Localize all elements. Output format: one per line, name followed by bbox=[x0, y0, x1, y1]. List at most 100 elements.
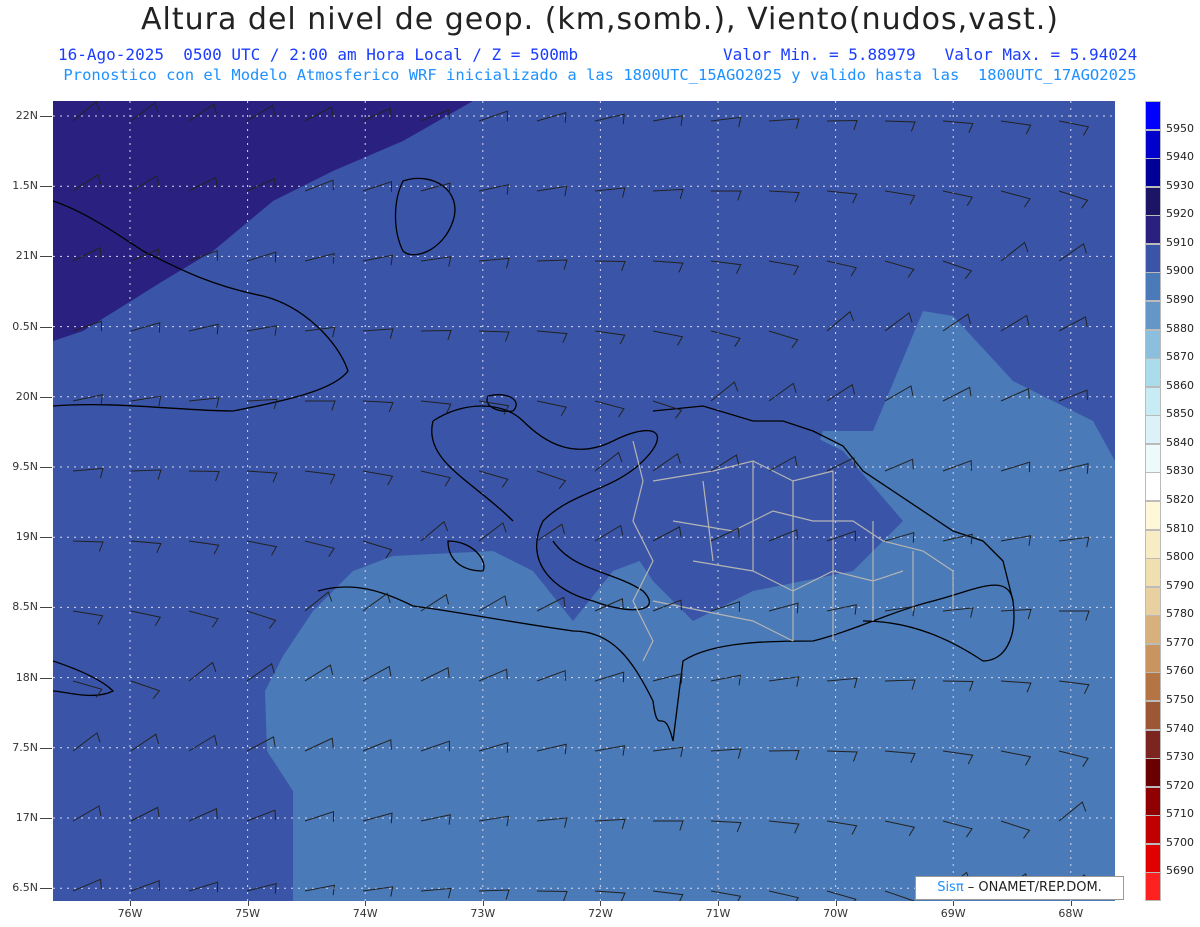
longitude-label: 75W bbox=[235, 907, 261, 920]
color-scale-cell bbox=[1145, 558, 1161, 588]
latitude-tick bbox=[40, 326, 52, 328]
latitude-label: 9.5N bbox=[12, 460, 38, 473]
color-scale-label: 5850 bbox=[1166, 407, 1194, 421]
color-scale-label: 5940 bbox=[1166, 150, 1194, 164]
color-scale-cell bbox=[1145, 786, 1161, 816]
latitude-tick bbox=[40, 607, 52, 609]
latitude-tick bbox=[40, 677, 52, 679]
longitude-tick bbox=[482, 901, 484, 906]
color-scale-label: 5720 bbox=[1166, 778, 1194, 792]
color-scale-label: 5700 bbox=[1166, 835, 1194, 849]
color-scale-cell bbox=[1145, 472, 1161, 502]
color-scale-cell bbox=[1145, 529, 1161, 559]
color-scale-label: 5950 bbox=[1166, 121, 1194, 135]
latitude-label: 7.5N bbox=[12, 740, 38, 754]
color-scale-label: 5790 bbox=[1166, 578, 1194, 592]
longitude-label: 73W bbox=[470, 907, 496, 920]
color-scale-label: 5810 bbox=[1166, 521, 1194, 535]
credit-org: – ONAMET/REP.DOM. bbox=[963, 880, 1102, 895]
model-info: Pronostico con el Modelo Atmosferico WRF… bbox=[63, 66, 1137, 84]
latitude-label: 1.5N bbox=[12, 179, 38, 193]
color-scale-label: 5730 bbox=[1166, 750, 1194, 764]
forecast-date: 16-Ago-2025 0500 UTC / 2:00 am Hora Loca… bbox=[58, 45, 579, 64]
longitude-label: 71W bbox=[705, 907, 731, 920]
color-scale-cell bbox=[1145, 386, 1161, 416]
color-scale-cell bbox=[1145, 443, 1161, 473]
color-scale-label: 5780 bbox=[1166, 607, 1194, 621]
color-scale-label: 5920 bbox=[1166, 207, 1194, 221]
color-scale-cell bbox=[1145, 501, 1161, 531]
longitude-label: 70W bbox=[823, 907, 849, 920]
color-scale-label: 5740 bbox=[1166, 721, 1194, 735]
longitude-tick bbox=[600, 901, 602, 906]
geopotential-map bbox=[53, 101, 1115, 901]
color-scale-cell bbox=[1145, 158, 1161, 188]
latitude-label: 6.5N bbox=[12, 881, 38, 895]
latitude-label: 21N bbox=[15, 249, 38, 263]
longitude-label: 72W bbox=[587, 907, 613, 920]
color-scale-label: 5710 bbox=[1166, 807, 1194, 821]
color-scale-cell bbox=[1145, 215, 1161, 245]
longitude-tick bbox=[1070, 901, 1072, 906]
credit-box: Sisπ – ONAMET/REP.DOM. bbox=[915, 876, 1124, 900]
longitude-label: 74W bbox=[352, 907, 378, 920]
latitude-tick bbox=[40, 888, 52, 890]
color-scale-label: 5870 bbox=[1166, 350, 1194, 364]
latitude-label: 0.5N bbox=[12, 319, 38, 333]
color-scale-label: 5750 bbox=[1166, 693, 1194, 706]
color-scale-cell bbox=[1145, 815, 1161, 845]
color-scale-cell bbox=[1145, 243, 1161, 273]
color-scale-cell bbox=[1145, 358, 1161, 388]
latitude-tick bbox=[40, 467, 52, 468]
color-scale-label: 5890 bbox=[1166, 293, 1194, 306]
color-scale-label: 5930 bbox=[1166, 178, 1194, 192]
latitude-label: 8.5N bbox=[12, 600, 38, 614]
max-value: Valor Max. = 5.94024 bbox=[944, 45, 1138, 64]
color-scale-label: 5690 bbox=[1166, 864, 1194, 878]
color-scale-cell bbox=[1145, 672, 1161, 702]
sis-logo-text: Sisπ bbox=[937, 880, 964, 895]
longitude-tick bbox=[835, 901, 837, 906]
latitude-tick bbox=[40, 537, 52, 539]
color-scale-label: 5830 bbox=[1166, 464, 1194, 478]
latitude-tick bbox=[40, 186, 52, 188]
color-scale-cell bbox=[1145, 872, 1161, 902]
date-line: 16-Ago-2025 0500 UTC / 2:00 am Hora Loca… bbox=[58, 45, 1137, 64]
chart-title: Altura del nivel de geop. (km,somb.), Vi… bbox=[141, 2, 1059, 37]
color-scale-cell bbox=[1145, 643, 1161, 673]
color-scale-cell bbox=[1145, 329, 1161, 359]
color-scale-cell bbox=[1145, 101, 1161, 131]
color-scale-cell bbox=[1145, 586, 1161, 616]
latitude-label: 22N bbox=[15, 109, 38, 122]
color-scale-cell bbox=[1145, 758, 1161, 788]
longitude-tick bbox=[130, 901, 131, 906]
longitude-label: 69W bbox=[940, 907, 966, 920]
color-scale-cell bbox=[1145, 701, 1161, 731]
min-value: Valor Min. = 5.88979 bbox=[723, 45, 916, 64]
color-scale-cell bbox=[1145, 415, 1161, 445]
longitude-tick bbox=[247, 901, 249, 906]
latitude-tick bbox=[40, 116, 52, 117]
color-scale-cell bbox=[1145, 615, 1161, 645]
latitude-tick bbox=[40, 256, 52, 258]
latitude-tick bbox=[40, 747, 52, 749]
color-scale-cell bbox=[1145, 843, 1161, 873]
color-scale-label: 5820 bbox=[1166, 493, 1194, 506]
color-scale-label: 5760 bbox=[1166, 664, 1194, 678]
latitude-label: 17N bbox=[15, 811, 38, 824]
longitude-label: 68W bbox=[1058, 907, 1084, 920]
color-scale-cell bbox=[1145, 729, 1161, 759]
latitude-label: 19N bbox=[15, 530, 38, 544]
latitude-label: 18N bbox=[15, 670, 38, 684]
color-scale-cell bbox=[1145, 186, 1161, 216]
color-scale-cell bbox=[1145, 129, 1161, 159]
color-scale-label: 5900 bbox=[1166, 264, 1194, 278]
color-scale-label: 5800 bbox=[1166, 550, 1194, 564]
longitude-tick bbox=[953, 901, 955, 906]
longitude-label: 76W bbox=[117, 907, 143, 920]
color-scale-cell bbox=[1145, 272, 1161, 302]
longitude-tick bbox=[718, 901, 719, 906]
color-scale-label: 5910 bbox=[1166, 235, 1194, 249]
latitude-label: 20N bbox=[15, 389, 38, 403]
color-scale-label: 5770 bbox=[1166, 635, 1194, 649]
